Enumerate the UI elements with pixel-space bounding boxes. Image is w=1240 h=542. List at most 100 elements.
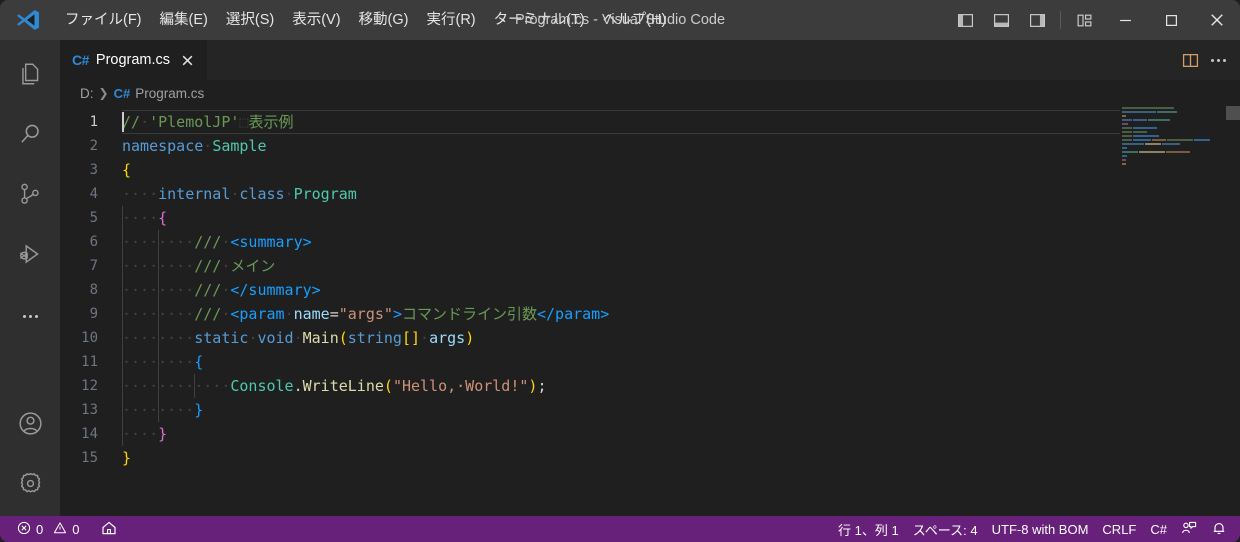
files-icon [17, 61, 43, 92]
code-line[interactable]: ········///·</summary> [122, 278, 1240, 302]
feedback-button[interactable] [1174, 516, 1204, 542]
more-actions-icon[interactable] [1204, 46, 1232, 74]
minimap-segment [1133, 119, 1147, 121]
maximize-button[interactable] [1148, 0, 1194, 40]
problems-status[interactable]: 0 0 [10, 516, 86, 542]
minimap-segment [1122, 135, 1132, 137]
scrollbar-thumb[interactable] [1226, 106, 1240, 120]
code-token: [] [401, 329, 421, 347]
accounts-button[interactable] [0, 396, 60, 456]
minimap-segment [1152, 139, 1166, 141]
home-button[interactable] [94, 516, 124, 542]
line-number: 10 [81, 330, 98, 346]
customize-layout-icon[interactable] [1066, 3, 1102, 37]
indent-guide [122, 206, 123, 230]
indent-guide [122, 302, 123, 326]
line-number: 5 [89, 210, 98, 226]
toggle-secondary-sidebar-icon[interactable] [1019, 3, 1055, 37]
code-token: ···· [122, 209, 159, 227]
gear-icon [17, 470, 44, 502]
code-line[interactable]: namespace·Sample [122, 134, 1240, 158]
breadcrumb[interactable]: D: ❯ C# Program.cs [60, 80, 1240, 106]
menu-selection[interactable]: 選択(S) [217, 6, 283, 34]
code-line[interactable]: ········///·<param·name="args">コマンドライン引数… [122, 302, 1240, 326]
code-token: internal [158, 185, 231, 203]
line-number: 2 [89, 138, 98, 154]
status-bar-right: 行 1、列 1 スペース: 4 UTF-8 with BOM CRLF C# [831, 516, 1240, 542]
warning-icon [53, 521, 67, 538]
code-content[interactable]: //·'PlemolJP'⬚表示例 namespace·Sample{····in… [122, 106, 1240, 516]
code-line[interactable]: ····{ [122, 206, 1240, 230]
vscode-logo [0, 0, 56, 40]
editor-encoding[interactable]: UTF-8 with BOM [985, 516, 1096, 542]
code-line[interactable]: //·'PlemolJP'⬚表示例 [122, 110, 1240, 134]
title-bar: ファイル(F) 編集(E) 選択(S) 表示(V) 移動(G) 実行(R) ター… [0, 0, 1240, 40]
line-number: 11 [81, 354, 98, 370]
menu-go[interactable]: 移動(G) [350, 6, 418, 34]
line-number: 7 [89, 258, 98, 274]
close-icon[interactable] [177, 50, 197, 70]
code-line[interactable]: ········///·メイン [122, 254, 1240, 278]
code-line[interactable]: ········{ [122, 350, 1240, 374]
menu-run[interactable]: 実行(R) [417, 6, 484, 34]
code-token: } [122, 449, 132, 467]
status-bar-left: 0 0 [0, 516, 124, 542]
menu-view[interactable]: 表示(V) [283, 6, 349, 34]
minimap[interactable] [1120, 106, 1226, 516]
code-line[interactable]: ········} [122, 398, 1240, 422]
toggle-primary-sidebar-icon[interactable] [947, 3, 983, 37]
code-editor[interactable]: 1 2 3 4 5 6 7 8 9 10 11 12 13 14 15 //·'PlemolJP'⬚表示例 n… [60, 106, 1240, 516]
editor-eol[interactable]: CRLF [1095, 516, 1143, 542]
breadcrumb-file[interactable]: Program.cs [135, 86, 204, 101]
code-token: Sample [212, 137, 267, 155]
code-token: void [257, 329, 294, 347]
minimap-segment [1122, 111, 1156, 113]
sidebar-item-explorer[interactable] [0, 46, 60, 106]
close-button[interactable] [1194, 0, 1240, 40]
code-line[interactable]: { [122, 158, 1240, 182]
manage-settings-button[interactable] [0, 456, 60, 516]
code-line[interactable]: ····} [122, 422, 1240, 446]
minimize-button[interactable] [1102, 0, 1148, 40]
minimap-segment [1122, 139, 1132, 141]
code-line[interactable]: ········///·<summary> [122, 230, 1240, 254]
csharp-file-icon: C# [113, 85, 131, 101]
editor-scrollbar[interactable] [1226, 106, 1240, 516]
code-line[interactable]: ········static·void·Main(string[]·args) [122, 326, 1240, 350]
line-number: 14 [81, 426, 98, 442]
notifications-button[interactable] [1204, 516, 1234, 542]
minimap-segment [1122, 123, 1128, 125]
code-line[interactable]: ····internal·class·Program [122, 182, 1240, 206]
editor-area: C# Program.cs D: ❯ C# Program.cs 1 2 3 4… [60, 40, 1240, 516]
ellipsis-icon [1210, 58, 1226, 62]
editor-language[interactable]: C# [1143, 516, 1174, 542]
editor-position[interactable]: 行 1、列 1 [831, 516, 906, 542]
menu-edit[interactable]: 編集(E) [151, 6, 217, 34]
code-token: </param> [536, 305, 610, 323]
code-line[interactable]: ············Console.WriteLine("Hello,·Wo… [122, 374, 1240, 398]
code-token: { [194, 353, 204, 371]
code-token: } [158, 425, 168, 443]
chevron-right-icon: ❯ [98, 86, 109, 100]
menu-help[interactable]: ヘルプ(H) [594, 6, 676, 34]
sidebar-item-more-views[interactable] [0, 286, 60, 346]
tab-program-cs[interactable]: C# Program.cs [60, 40, 208, 80]
sidebar-item-source-control[interactable] [0, 166, 60, 226]
split-editor-icon[interactable] [1176, 46, 1204, 74]
sidebar-item-search[interactable] [0, 106, 60, 166]
code-line[interactable]: } [122, 446, 1240, 470]
code-token: . [293, 377, 303, 395]
editor-indentation[interactable]: スペース: 4 [906, 516, 985, 542]
tab-bar-filler [207, 40, 1176, 80]
code-token: · [420, 329, 430, 347]
menu-file[interactable]: ファイル(F) [56, 6, 151, 34]
run-debug-icon [17, 241, 43, 272]
indent-guide [158, 326, 160, 350]
menu-terminal[interactable]: ターミナル(T) [485, 6, 594, 34]
sidebar-item-run-and-debug[interactable] [0, 226, 60, 286]
toggle-panel-icon[interactable] [983, 3, 1019, 37]
account-icon [17, 410, 44, 442]
breadcrumb-root[interactable]: D: [80, 86, 94, 101]
minimap-segment [1122, 119, 1132, 121]
code-token: // [122, 113, 141, 131]
